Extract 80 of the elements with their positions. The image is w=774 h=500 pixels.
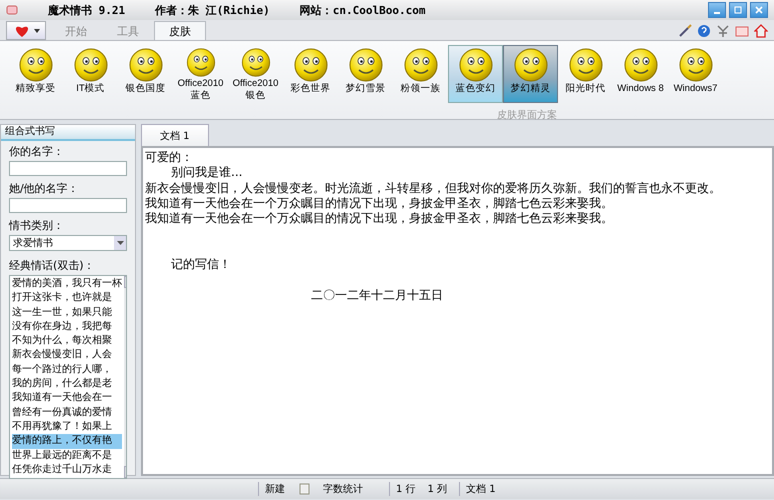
- letter-line: 我知道有一天他会在一个万众瞩目的情况下出现，身披金甲圣衣，脚踏七色云彩来娶我。: [145, 196, 613, 210]
- tool-icon[interactable]: [716, 24, 730, 38]
- smiley-face-icon: [568, 48, 602, 82]
- letter-line: 记的写信！: [171, 257, 231, 272]
- skin-button[interactable]: 粉领一族: [393, 45, 448, 103]
- skin-button[interactable]: IT模式: [63, 45, 118, 103]
- ribbon-group-label: 皮肤界面方案: [497, 110, 557, 121]
- smiley-face-icon: [458, 48, 492, 82]
- phrase-item[interactable]: 曾经有一份真诚的爱情: [12, 406, 122, 420]
- letter-line: 可爱的：: [145, 150, 193, 164]
- field-label: 经典情话(双击)：: [9, 258, 96, 273]
- skin-button[interactable]: Office2010 银色: [228, 45, 283, 103]
- phrase-item[interactable]: 不知为什么，每次相聚: [12, 334, 122, 348]
- help-icon[interactable]: [697, 24, 711, 38]
- skin-button[interactable]: 彩色世界: [283, 45, 338, 103]
- smiley-face-icon: [128, 48, 162, 82]
- maximize-icon: [734, 6, 742, 14]
- phrase-item[interactable]: 世界上最远的距离不是: [12, 448, 122, 463]
- field-label: 情书类别：: [9, 218, 65, 233]
- field-label: 她/他的名字：: [9, 181, 80, 196]
- skin-button[interactable]: 梦幻雪景: [338, 45, 393, 103]
- maximize-button[interactable]: [729, 2, 747, 18]
- row-indicator: 1 行: [389, 482, 416, 496]
- phrase-item[interactable]: 不用再犹豫了！如果上: [12, 420, 122, 434]
- smiley-face-icon: [404, 48, 438, 82]
- phrase-item[interactable]: 爱情的美酒，我只有一杯: [12, 277, 122, 292]
- app-icon: [6, 4, 18, 16]
- skin-button[interactable]: Windows 8: [613, 45, 668, 103]
- author-text: 作者：朱 江(Richie): [155, 2, 270, 18]
- phrase-item[interactable]: 我知道有一天他会在一: [12, 391, 122, 406]
- window-title: 魔术情书 9.21: [48, 2, 126, 18]
- panel-title: 组合式书写: [1, 125, 135, 141]
- caret-icon: [116, 241, 124, 245]
- skin-button[interactable]: 蓝色变幻: [448, 45, 503, 103]
- skin-button[interactable]: 阳光时代: [558, 45, 613, 103]
- document-indicator: 文档 1: [459, 482, 496, 496]
- smiley-face-icon: [18, 48, 52, 82]
- letter-line: 我知道有一天他会在一个万众瞩目的情况下出现，身披金甲圣衣，脚踏七色云彩来娶我。: [145, 211, 613, 226]
- website-text: 网站：cn.CoolBoo.com: [300, 2, 426, 18]
- phrase-item[interactable]: 每一个路过的行人哪，: [12, 362, 122, 378]
- input-field[interactable]: [9, 198, 127, 213]
- phrase-item[interactable]: 没有你在身边，我把每: [12, 320, 122, 334]
- skin-button[interactable]: Windows7: [668, 45, 723, 103]
- column-indicator: 1 列: [428, 483, 448, 496]
- smiley-face-icon: [348, 48, 382, 82]
- skin-button[interactable]: 精致享受: [8, 45, 63, 103]
- skin-button[interactable]: 梦幻精灵: [503, 45, 558, 103]
- phrase-item[interactable]: 新衣会慢慢变旧，人会: [12, 348, 122, 363]
- new-button[interactable]: 新建: [258, 482, 285, 496]
- brush-icon[interactable]: [678, 24, 692, 38]
- skin-button[interactable]: Office2010 蓝色: [173, 45, 228, 103]
- category-dropdown[interactable]: 求爱情书: [9, 235, 127, 251]
- smiley-face-icon: [294, 48, 328, 82]
- close-button[interactable]: [750, 2, 768, 18]
- phrase-item[interactable]: 我的房间，什么都是老: [12, 377, 122, 392]
- ribbon-tab[interactable]: 皮肤: [154, 21, 206, 40]
- phrase-item[interactable]: 这一生一世，如果只能: [12, 306, 122, 320]
- phrase-item[interactable]: 任凭你走过千山万水走: [12, 462, 122, 478]
- caret-icon: [34, 28, 40, 32]
- input-field[interactable]: [9, 161, 127, 176]
- smiley-face-icon: [514, 48, 548, 82]
- skin-button[interactable]: 银色国度: [118, 45, 173, 103]
- minimize-button[interactable]: [708, 2, 726, 18]
- letter-line: 新衣会慢慢变旧，人会慢慢变老。时光流逝，斗转星移，但我对你的爱将历久弥新。我们的誓言也永不更改。: [145, 180, 721, 195]
- letter-line: 别问我是谁...: [171, 165, 242, 180]
- smiley-face-icon: [624, 48, 658, 82]
- phrase-item[interactable]: 爱情的路上，不仅有艳: [12, 434, 122, 449]
- scroll-paper-icon: [297, 482, 311, 496]
- card-icon[interactable]: [735, 24, 749, 38]
- letter-date: 二〇一二年十二月十五日: [311, 288, 443, 302]
- heart-menu-button[interactable]: [6, 21, 46, 40]
- document-tab[interactable]: 文档 1: [141, 124, 209, 146]
- phrase-item[interactable]: 打开这张卡，也许就是: [12, 291, 122, 306]
- home-icon[interactable]: [754, 24, 768, 38]
- close-icon: [755, 6, 763, 14]
- field-label: 你的名字：: [9, 144, 65, 159]
- text-editor[interactable]: 可爱的： 别问我是谁... 新衣会慢慢变旧，人会慢慢变老。时光流逝，斗转星移，但我对你的爱将历久弥新。我们的誓言也永不更改。 我知道有一天他会在一个万众瞩目的情况下出现，身披金甲圣衣，脚踏七色云彩来娶我。 我知道有一天他会在一个万众瞩目的情况下出现，身披金甲圣衣，脚踏七色云彩来娶我。 记的写信！ 二〇一二年十二月十五日: [141, 146, 774, 476]
- word-count-button[interactable]: 字数统计: [323, 482, 363, 496]
- smiley-face-icon: [74, 48, 108, 82]
- smiley-face-icon: [678, 48, 712, 82]
